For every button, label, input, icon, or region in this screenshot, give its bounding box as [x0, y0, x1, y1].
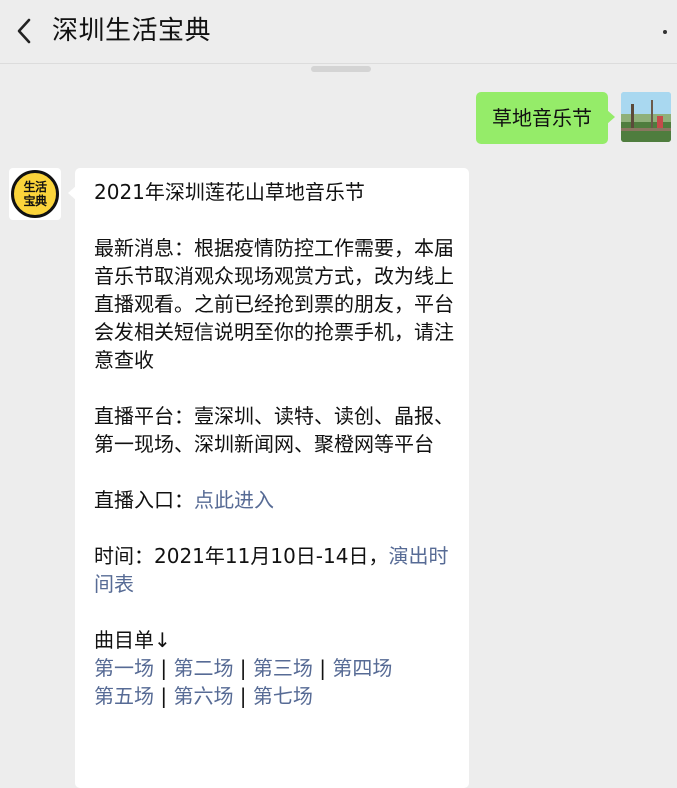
top-bar: 深圳生活宝典: [0, 0, 677, 64]
session-link-4[interactable]: 第四场: [332, 656, 392, 680]
separator: |: [233, 656, 253, 680]
session-link-1[interactable]: 第一场: [94, 656, 154, 680]
landscape-photo-icon: [621, 92, 671, 142]
entry-line: 直播入口：点此进入: [94, 486, 455, 514]
time-label: 时间：2021年11月10日-14日，: [94, 544, 389, 568]
account-logo: 生活 宝典: [11, 170, 59, 218]
session-links-row-1: 第一场 | 第二场 | 第三场 | 第四场: [94, 654, 455, 682]
separator: |: [233, 684, 253, 708]
platform-text: 直播平台：壹深圳、读特、读创、晶报、第一现场、深圳新闻网、聚橙网等平台: [94, 404, 454, 456]
separator: |: [154, 684, 174, 708]
session-link-5[interactable]: 第五场: [94, 684, 154, 708]
session-link-7[interactable]: 第七场: [253, 684, 313, 708]
page-title: 深圳生活宝典: [52, 16, 212, 46]
incoming-message-row: 生活 宝典 2021年深圳莲花山草地音乐节 最新消息：根据疫情防控工作需要，本届…: [9, 168, 469, 788]
user-avatar[interactable]: [621, 92, 671, 142]
playlist-label: 曲目单↓: [94, 628, 171, 652]
back-button[interactable]: [10, 14, 38, 48]
outgoing-bubble[interactable]: 草地音乐节: [476, 92, 615, 144]
more-dots-icon: [663, 30, 667, 34]
playlist-block: 曲目单↓ 第一场 | 第二场 | 第三场 | 第四场 第五场 | 第六场 | 第…: [94, 626, 455, 710]
outgoing-message-row: 草地音乐节: [476, 92, 671, 144]
session-link-2[interactable]: 第二场: [173, 656, 233, 680]
more-button[interactable]: [663, 22, 677, 42]
separator: |: [312, 656, 333, 680]
chevron-left-icon: [17, 18, 31, 44]
session-link-3[interactable]: 第三场: [253, 656, 313, 680]
separator: |: [154, 656, 174, 680]
account-avatar[interactable]: 生活 宝典: [9, 168, 61, 220]
session-links-row-2: 第五场 | 第六场 | 第七场: [94, 682, 455, 710]
incoming-bubble: 2021年深圳莲花山草地音乐节 最新消息：根据疫情防控工作需要，本届音乐节取消观…: [68, 168, 469, 788]
message-title: 2021年深圳莲花山草地音乐节: [94, 180, 365, 204]
session-link-6[interactable]: 第六场: [173, 684, 233, 708]
entry-label: 直播入口：: [94, 488, 194, 512]
news-text: 最新消息：根据疫情防控工作需要，本届音乐节取消观众现场观赏方式，改为线上直播观看…: [94, 236, 454, 372]
time-line: 时间：2021年11月10日-14日，演出时间表: [94, 542, 455, 598]
scroll-handle: [311, 66, 371, 72]
entry-link[interactable]: 点此进入: [194, 488, 274, 512]
